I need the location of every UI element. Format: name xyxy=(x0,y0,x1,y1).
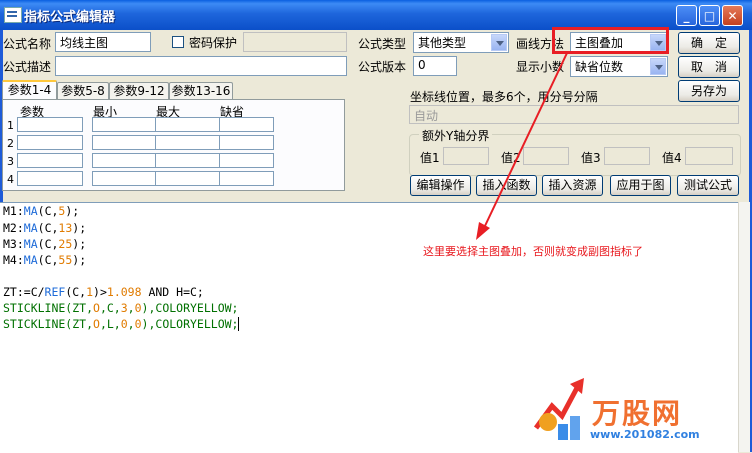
watermark-url: www.201082.com xyxy=(590,428,700,441)
watermark-logo-icon xyxy=(533,378,584,440)
annotation-note: 这里要选择主图叠加，否则就变成副图指标了 xyxy=(423,245,643,258)
annotation-arrow-icon xyxy=(476,52,568,240)
watermark-brand: 万股网 xyxy=(592,397,683,430)
